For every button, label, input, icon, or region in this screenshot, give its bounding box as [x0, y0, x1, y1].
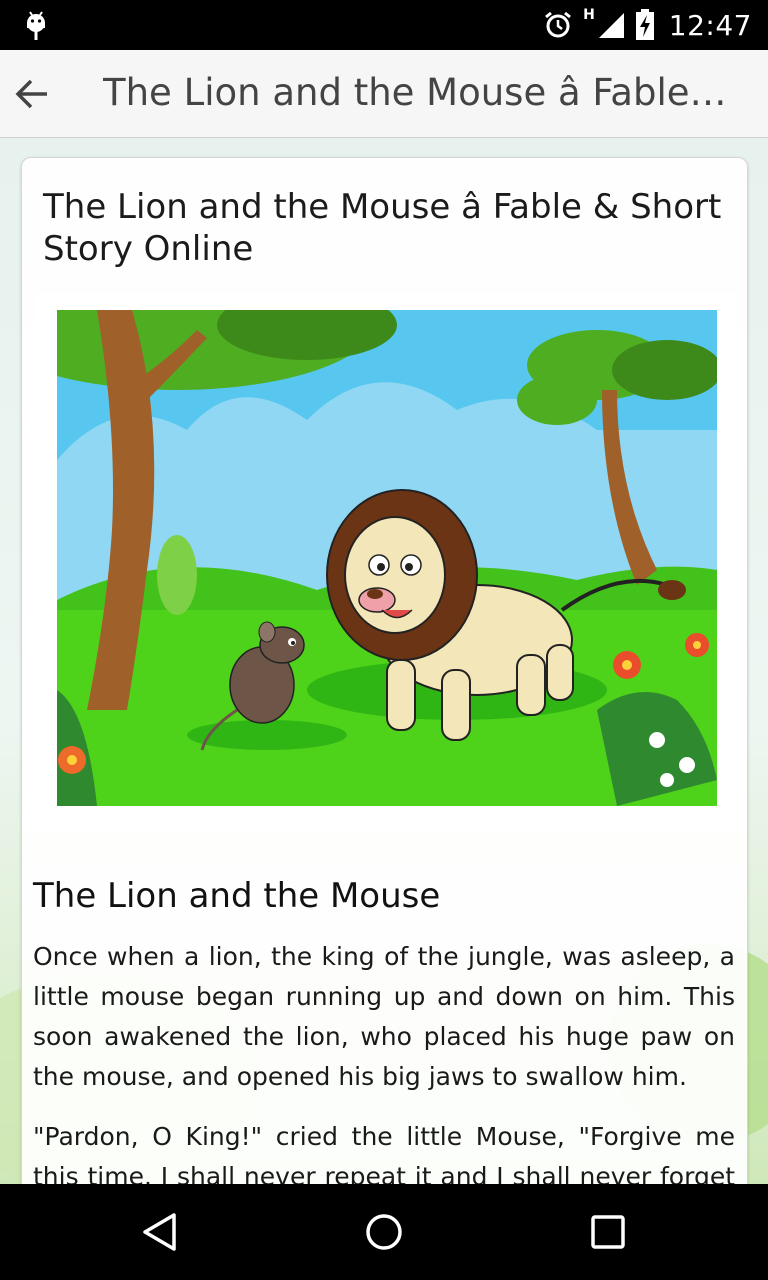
page-title: The Lion and the Mouse â Fable & Short S…: [103, 71, 733, 114]
story-paragraph: "Pardon, O King!" cried the little Mouse…: [33, 1122, 735, 1184]
battery-charging-icon: [635, 9, 654, 40]
signal-icon: [598, 13, 624, 38]
lion-and-mouse-illustration: [57, 310, 717, 806]
network-type-label: H: [583, 7, 595, 23]
app-bar: The Lion and the Mouse â Fable & Short S…: [0, 50, 768, 138]
content-area[interactable]: The Lion and the Mouse â Fable & Short S…: [0, 138, 768, 1184]
nav-recents-button[interactable]: [584, 1208, 632, 1256]
android-debug-icon: [27, 11, 45, 40]
back-button[interactable]: [8, 70, 56, 118]
story-paragraph: Once when a lion, the king of the jungle…: [33, 942, 735, 1091]
status-icons: H 12:47: [543, 0, 752, 50]
article-card: The Lion and the Mouse â Fable & Short S…: [21, 157, 748, 1184]
article-title: The Lion and the Mouse â Fable & Short S…: [43, 187, 722, 269]
nav-recents-square-icon: [591, 1215, 625, 1249]
nav-home-circle-icon: [366, 1214, 402, 1250]
nav-back-button[interactable]: [136, 1208, 184, 1256]
story-heading: The Lion and the Mouse: [33, 876, 441, 916]
nav-home-button[interactable]: [360, 1208, 408, 1256]
arrow-back-icon: [15, 79, 47, 109]
clock-time: 12:47: [668, 8, 752, 42]
story-illustration: [36, 293, 736, 823]
nav-back-triangle-icon: [143, 1213, 176, 1251]
status-bar: H 12:47: [0, 0, 768, 50]
system-navigation-bar: [0, 1184, 768, 1280]
alarm-icon: [545, 11, 572, 38]
